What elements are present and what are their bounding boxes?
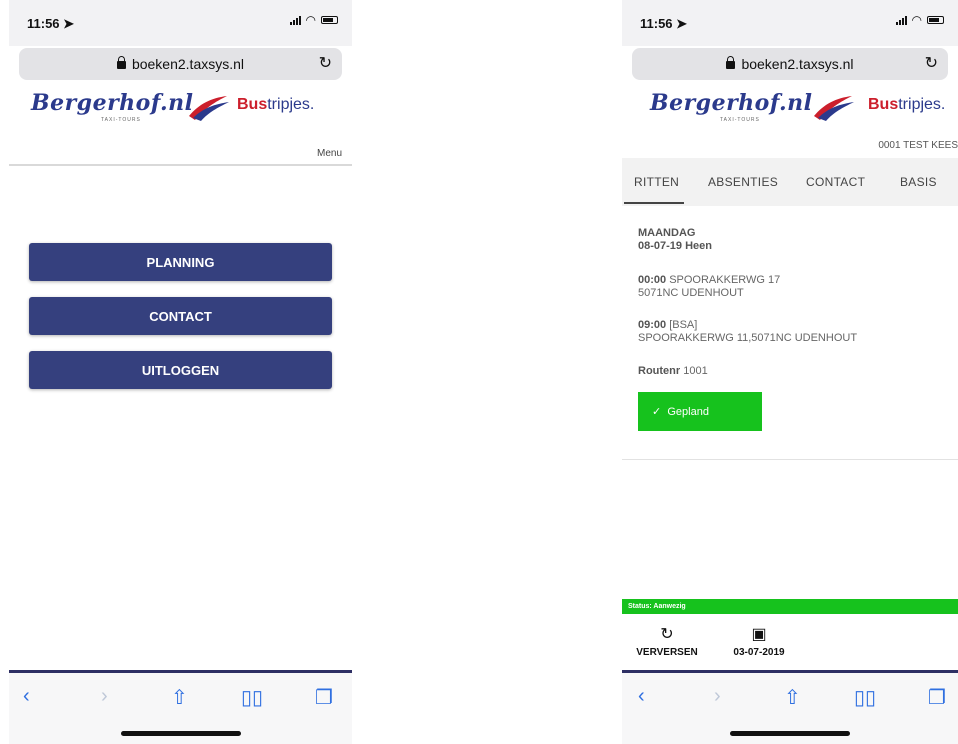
brand-logo: Bergerhof.nl TAXI-TOURS Bustripjes. [9, 84, 352, 134]
divider [622, 459, 958, 460]
tab-ritten[interactable]: RITTEN [634, 175, 679, 189]
phone-screen-right: 11:56 ➤ ◠ boeken2.taxsys.nl ↻ Bergerhof.… [622, 0, 958, 744]
check-icon: ✓ [652, 406, 662, 418]
swoosh-logo-icon [189, 96, 229, 121]
status-time: 11:56 ➤ [640, 16, 688, 31]
logo-subtitle: TAXI-TOURS [101, 117, 141, 123]
stop2-time: 09:00 [638, 319, 667, 331]
calendar-icon: ▣ [751, 626, 767, 643]
stop1-time: 00:00 [638, 274, 667, 286]
ride-date-line: 08-07-19 Heen [638, 240, 712, 252]
date-label: 03-07-2019 [733, 647, 785, 658]
logo-bustripjes: Bustripjes. [237, 96, 315, 113]
forward-icon[interactable]: › [101, 685, 108, 708]
stop2-address: SPOORAKKERWG 11,5071NC UDENHOUT [638, 332, 858, 344]
status-bar: 11:56 ➤ ◠ [9, 0, 352, 46]
tab-basis[interactable]: BASIS [900, 175, 937, 189]
route-value: 1001 [683, 365, 708, 377]
address-bar[interactable]: boeken2.taxsys.nl ↻ [19, 48, 342, 80]
lock-icon [116, 56, 126, 69]
swoosh-logo-icon [814, 96, 854, 121]
share-icon[interactable]: ⇧ [784, 685, 801, 710]
tabs-icon[interactable]: ❐ [928, 685, 946, 710]
menu-button[interactable]: Menu [317, 148, 342, 159]
tab-contact[interactable]: CONTACT [806, 175, 865, 189]
ride-stop-1: 00:00 SPOORAKKERWG 17 5071NC UDENHOUT [638, 274, 948, 300]
active-tab-indicator [624, 202, 684, 204]
status-bar: 11:56 ➤ ◠ [622, 0, 958, 46]
home-indicator[interactable] [120, 731, 241, 736]
logo-bustripjes: Bustripjes. [868, 96, 946, 113]
url-text: boeken2.taxsys.nl [19, 56, 342, 72]
tab-bar: RITTEN ABSENTIES CONTACT BASIS [622, 158, 958, 206]
bookmarks-icon[interactable]: ▯▯ [241, 685, 263, 710]
battery-icon [321, 16, 338, 24]
logo-script: Bergerhof.nl [650, 90, 813, 116]
contact-button[interactable]: CONTACT [29, 297, 332, 335]
route-number: Routenr 1001 [638, 365, 948, 378]
divider [9, 164, 352, 166]
date-button[interactable]: ▣ 03-07-2019 [724, 624, 794, 658]
address-bar[interactable]: boeken2.taxsys.nl ↻ [632, 48, 948, 80]
status-gepland-button[interactable]: ✓ Gepland [638, 392, 762, 431]
tab-absenties[interactable]: ABSENTIES [708, 175, 778, 189]
status-button-label: Gepland [667, 405, 709, 418]
brand-logo: Bergerhof.nl TAXI-TOURS Bustripjes. [622, 84, 958, 134]
wifi-icon: ◠ [911, 13, 922, 27]
bookmarks-icon[interactable]: ▯▯ [854, 685, 876, 710]
bottom-actions: ↻ VERVERSEN ▣ 03-07-2019 [622, 614, 958, 668]
stop1-city: 5071NC UDENHOUT [638, 287, 744, 299]
logo-script: Bergerhof.nl [31, 90, 194, 116]
refresh-icon: ↻ [660, 626, 674, 643]
stop2-code: [BSA] [669, 319, 698, 331]
share-icon[interactable]: ⇧ [171, 685, 188, 710]
status-icons: ◠ [289, 13, 338, 27]
safari-toolbar: ‹ › ⇧ ▯▯ ❐ [9, 670, 352, 744]
refresh-label: VERVERSEN [636, 647, 698, 658]
back-icon[interactable]: ‹ [23, 685, 30, 708]
wifi-icon: ◠ [305, 13, 316, 27]
status-time: 11:56 ➤ [27, 16, 75, 31]
ride-day: MAANDAG [638, 227, 696, 239]
url-text: boeken2.taxsys.nl [632, 56, 948, 72]
user-name: 0001 TEST KEES [878, 140, 958, 151]
logo-subtitle: TAXI-TOURS [720, 117, 760, 123]
home-indicator[interactable] [730, 731, 850, 736]
status-icons: ◠ [895, 13, 944, 27]
signal-icon [895, 15, 907, 25]
reload-icon[interactable]: ↻ [319, 53, 332, 73]
ride-stop-2: 09:00 [BSA] SPOORAKKERWG 11,5071NC UDENH… [638, 319, 948, 345]
battery-icon [927, 16, 944, 24]
refresh-button[interactable]: ↻ VERVERSEN [632, 624, 702, 658]
logout-button[interactable]: UITLOGGEN [29, 351, 332, 389]
forward-icon[interactable]: › [714, 685, 721, 708]
safari-toolbar: ‹ › ⇧ ▯▯ ❐ [622, 670, 958, 744]
status-strip: Status: Aanwezig [622, 599, 958, 614]
back-icon[interactable]: ‹ [638, 685, 645, 708]
reload-icon[interactable]: ↻ [925, 53, 938, 73]
signal-icon [289, 15, 301, 25]
planning-button[interactable]: PLANNING [29, 243, 332, 281]
ride-date: MAANDAG 08-07-19 Heen [638, 227, 948, 253]
phone-screen-left: 11:56 ➤ ◠ boeken2.taxsys.nl ↻ Bergerhof.… [9, 0, 352, 744]
stop1-address: SPOORAKKERWG 17 [669, 274, 781, 286]
tabs-icon[interactable]: ❐ [315, 685, 333, 710]
lock-icon [726, 56, 736, 69]
route-label: Routenr [638, 365, 681, 377]
